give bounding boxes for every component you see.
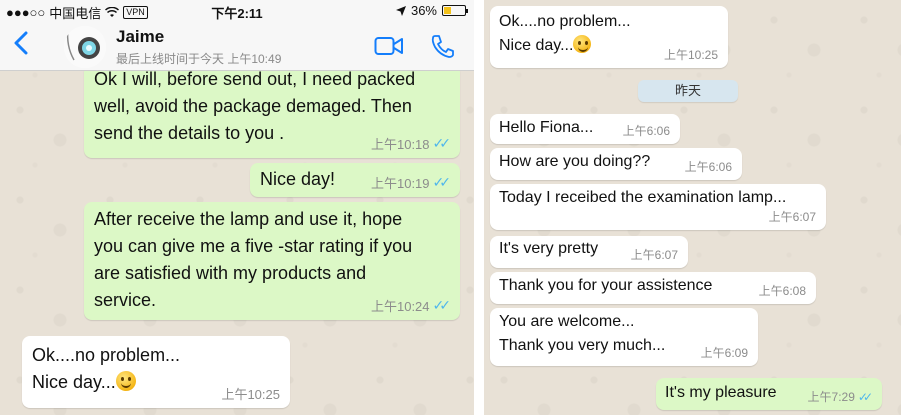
message-meta: 上午10:25 xyxy=(221,384,280,403)
message-text: Today I receibed the examination lamp... xyxy=(499,189,787,206)
message-bubble[interactable]: It's my pleasure 上午7:29 ✓✓ xyxy=(656,378,882,410)
message-bubble[interactable]: You are welcome... Thank you very much..… xyxy=(490,308,758,366)
message-time: 上午6:08 xyxy=(758,284,806,298)
chat-header: Jaime 最后上线时间于今天 上午10:49 xyxy=(0,22,474,71)
message-time: 上午6:07 xyxy=(630,248,678,262)
message-time: 上午6:06 xyxy=(684,160,732,174)
status-bar: ●●●○○ 中国电信 VPN 下午2:11 36% xyxy=(0,0,474,22)
read-ticks-icon: ✓✓ xyxy=(857,389,873,404)
read-ticks-icon: ✓✓ xyxy=(432,135,452,151)
battery-level xyxy=(444,7,452,14)
message-bubble[interactable]: Ok....no problem... Nice day... 上午10:25 xyxy=(490,6,728,68)
message-time: 上午10:19 xyxy=(370,176,430,191)
read-ticks-icon: ✓✓ xyxy=(432,297,452,313)
message-meta: 上午6:08 xyxy=(759,282,806,299)
message-time: 上午6:06 xyxy=(622,124,670,138)
message-bubble[interactable]: How are you doing?? 上午6:06 xyxy=(490,148,742,180)
left-chat-screen: ●●●○○ 中国电信 VPN 下午2:11 36% Jaime 最后上线时间于今… xyxy=(0,0,474,415)
message-time: 上午10:25 xyxy=(663,48,718,62)
message-meta: 上午10:24 ✓✓ xyxy=(370,296,452,315)
message-bubble[interactable]: Thank you for your assistence 上午6:08 xyxy=(490,272,816,304)
message-meta: 上午6:07 xyxy=(769,208,816,225)
lamp-photo xyxy=(64,26,106,68)
message-text: Ok....no problem... Nice day... xyxy=(32,345,181,392)
message-text: Ok....no problem... Nice day... xyxy=(499,13,631,54)
right-chat-screen: Ok....no problem... Nice day... 上午10:25 … xyxy=(484,0,901,415)
message-time: 上午10:25 xyxy=(221,387,280,402)
message-meta: 上午10:25 xyxy=(664,46,718,63)
message-bubble[interactable]: Today I receibed the examination lamp...… xyxy=(490,184,826,230)
message-meta: 上午7:29 ✓✓ xyxy=(807,388,874,405)
message-time: 上午7:29 xyxy=(807,390,855,404)
message-bubble[interactable]: Ok I will, before send out, I need packe… xyxy=(84,64,460,158)
message-bubble[interactable]: Nice day! 上午10:19 ✓✓ xyxy=(250,163,460,197)
phone-call-icon[interactable] xyxy=(430,33,456,64)
message-bubble[interactable]: After receive the lamp and use it, hope … xyxy=(84,202,460,320)
smiling-face-emoji xyxy=(115,371,136,391)
message-meta: 上午6:06 xyxy=(623,122,670,139)
last-seen-status: 最后上线时间于今天 上午10:49 xyxy=(116,52,282,66)
message-meta: 上午6:09 xyxy=(701,344,748,361)
back-chevron-icon[interactable] xyxy=(14,31,28,60)
battery-icon xyxy=(442,5,468,16)
battery-percent: 36% xyxy=(410,3,437,18)
video-call-icon[interactable] xyxy=(374,36,404,61)
message-time: 上午10:18 xyxy=(370,137,430,152)
contact-name[interactable]: Jaime xyxy=(116,27,164,47)
message-time: 上午10:24 xyxy=(370,299,430,314)
location-arrow-icon xyxy=(395,5,406,16)
message-meta: 上午6:07 xyxy=(631,246,678,263)
message-bubble[interactable]: Ok....no problem... Nice day... 上午10:25 xyxy=(22,336,290,408)
read-ticks-icon: ✓✓ xyxy=(432,174,452,190)
smiling-face-emoji xyxy=(573,35,592,53)
message-time: 上午6:07 xyxy=(768,210,816,224)
message-bubble[interactable]: It's very pretty 上午6:07 xyxy=(490,236,688,268)
message-meta: 上午10:19 ✓✓ xyxy=(370,173,452,192)
message-meta: 上午6:06 xyxy=(685,158,732,175)
message-bubble[interactable]: Hello Fiona... 上午6:06 xyxy=(490,114,680,144)
contact-avatar[interactable] xyxy=(64,26,106,68)
message-time: 上午6:09 xyxy=(700,346,748,360)
message-meta: 上午10:18 ✓✓ xyxy=(370,134,452,153)
date-separator: 昨天 xyxy=(638,80,738,102)
